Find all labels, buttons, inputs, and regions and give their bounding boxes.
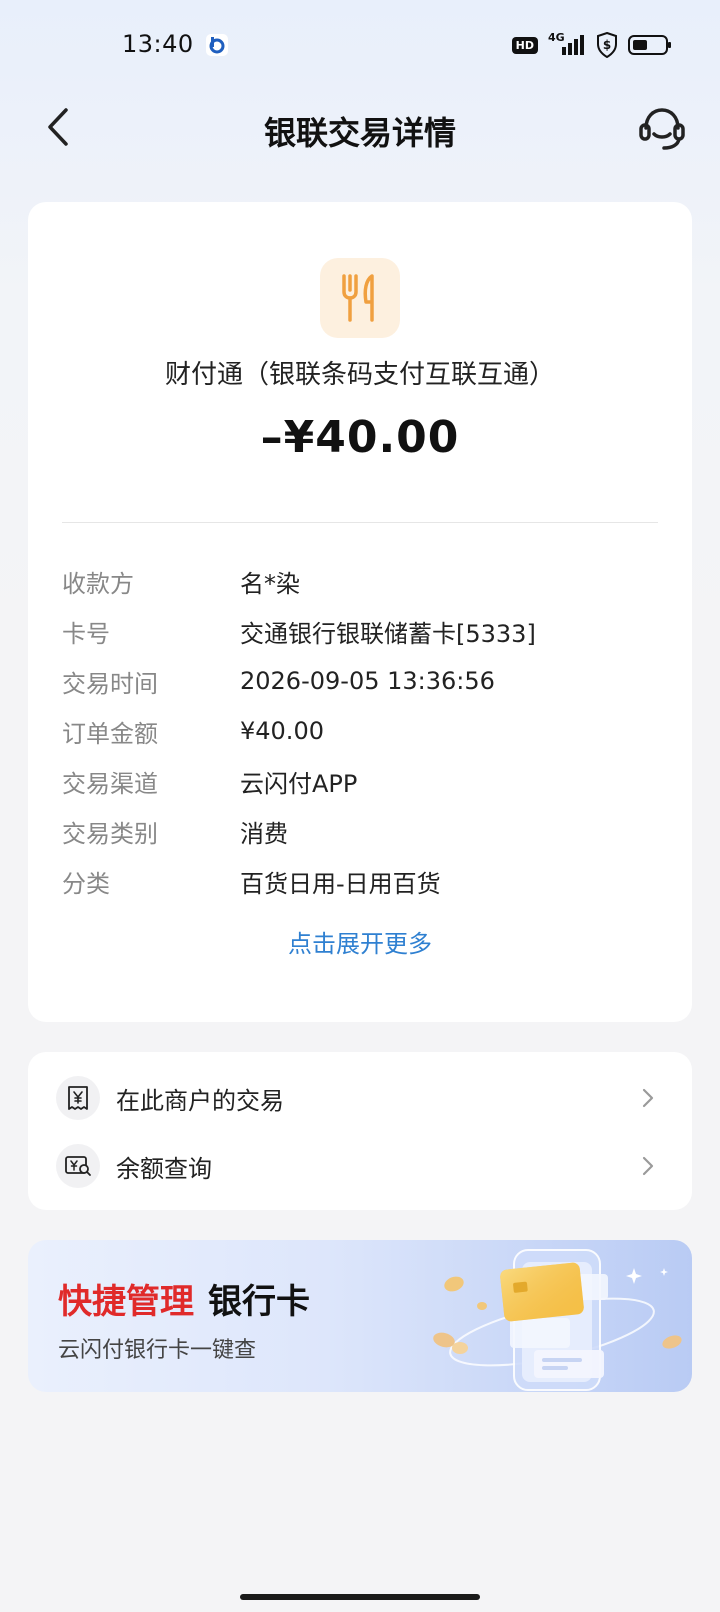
signal-icon: 4G (548, 31, 586, 57)
chevron-right-icon (642, 1088, 654, 1108)
detail-row-order-amount: 订单金额 ¥40.00 (62, 706, 662, 756)
detail-row-category: 分类 百货日用-日用百货 (62, 856, 662, 906)
detail-row-channel: 交易渠道 云闪付APP (62, 756, 662, 806)
svg-text:$: $ (603, 38, 611, 52)
detail-value: 名*染 (240, 569, 300, 598)
detail-value: 2026-09-05 13:36:56 (240, 667, 495, 695)
detail-label: 交易类别 (62, 819, 158, 848)
detail-row-card-number: 卡号 交通银行银联储蓄卡[5333] (62, 606, 662, 656)
customer-service-icon[interactable] (634, 100, 690, 156)
detail-list: 收款方 名*染 卡号 交通银行银联储蓄卡[5333] 交易时间 2026-09-… (62, 556, 662, 906)
app-notification-icon (206, 34, 228, 56)
detail-row-type: 交易类别 消费 (62, 806, 662, 856)
transaction-card: 财付通（银联条码支付互联互通） –¥40.00 收款方 名*染 卡号 交通银行银… (28, 202, 692, 1022)
status-time: 13:40 (122, 30, 194, 58)
link-balance-query[interactable]: 余额查询 (28, 1132, 692, 1200)
merchant-name: 财付通（银联条码支付互联互通） (164, 360, 555, 390)
banner-title-main: 银行卡 (208, 1282, 310, 1322)
chevron-right-icon (642, 1156, 654, 1176)
header: 银联交易详情 (0, 92, 720, 164)
link-merchant-transactions[interactable]: 在此商户的交易 (28, 1064, 692, 1132)
detail-label: 交易渠道 (62, 769, 158, 798)
detail-label: 订单金额 (62, 719, 158, 748)
expand-more-link[interactable]: 点击展开更多 (28, 924, 692, 959)
banner-title-highlight: 快捷管理 (58, 1282, 194, 1322)
bank-card-promo-banner[interactable]: 快捷管理 银行卡 云闪付银行卡一键查 (28, 1240, 692, 1392)
vpn-shield-icon: $ (597, 32, 617, 58)
detail-value: 云闪付APP (240, 769, 358, 798)
link-label: 余额查询 (116, 1154, 212, 1183)
detail-label: 收款方 (62, 569, 134, 598)
transaction-amount: –¥40.00 (260, 412, 460, 463)
divider (62, 522, 658, 523)
receipt-yen-icon (56, 1076, 100, 1120)
link-label: 在此商户的交易 (116, 1086, 284, 1115)
page-title: 银联交易详情 (263, 114, 456, 152)
detail-label: 卡号 (62, 619, 110, 648)
detail-row-time: 交易时间 2026-09-05 13:36:56 (62, 656, 662, 706)
detail-label: 分类 (62, 869, 110, 898)
banner-subtitle: 云闪付银行卡一键查 (58, 1338, 257, 1363)
hd-badge: HD (511, 36, 538, 54)
detail-value: 百货日用-日用百货 (240, 869, 441, 898)
phone-bank-card-illustration (433, 1249, 682, 1391)
detail-value: 消费 (240, 819, 288, 848)
balance-search-icon (56, 1144, 100, 1188)
banner-title: 快捷管理 银行卡 (58, 1274, 310, 1323)
detail-value: 交通银行银联储蓄卡[5333] (240, 619, 536, 648)
status-icons: HD 4G $ (511, 31, 672, 58)
battery-icon (628, 35, 671, 55)
detail-value: ¥40.00 (240, 717, 324, 745)
restaurant-icon (320, 258, 400, 338)
detail-row-payee: 收款方 名*染 (62, 556, 662, 606)
links-card: 在此商户的交易 余额查询 (28, 1052, 692, 1210)
detail-label: 交易时间 (62, 669, 158, 698)
home-indicator[interactable] (240, 1594, 480, 1600)
status-bar: 13:40 HD 4G $ (0, 0, 720, 92)
